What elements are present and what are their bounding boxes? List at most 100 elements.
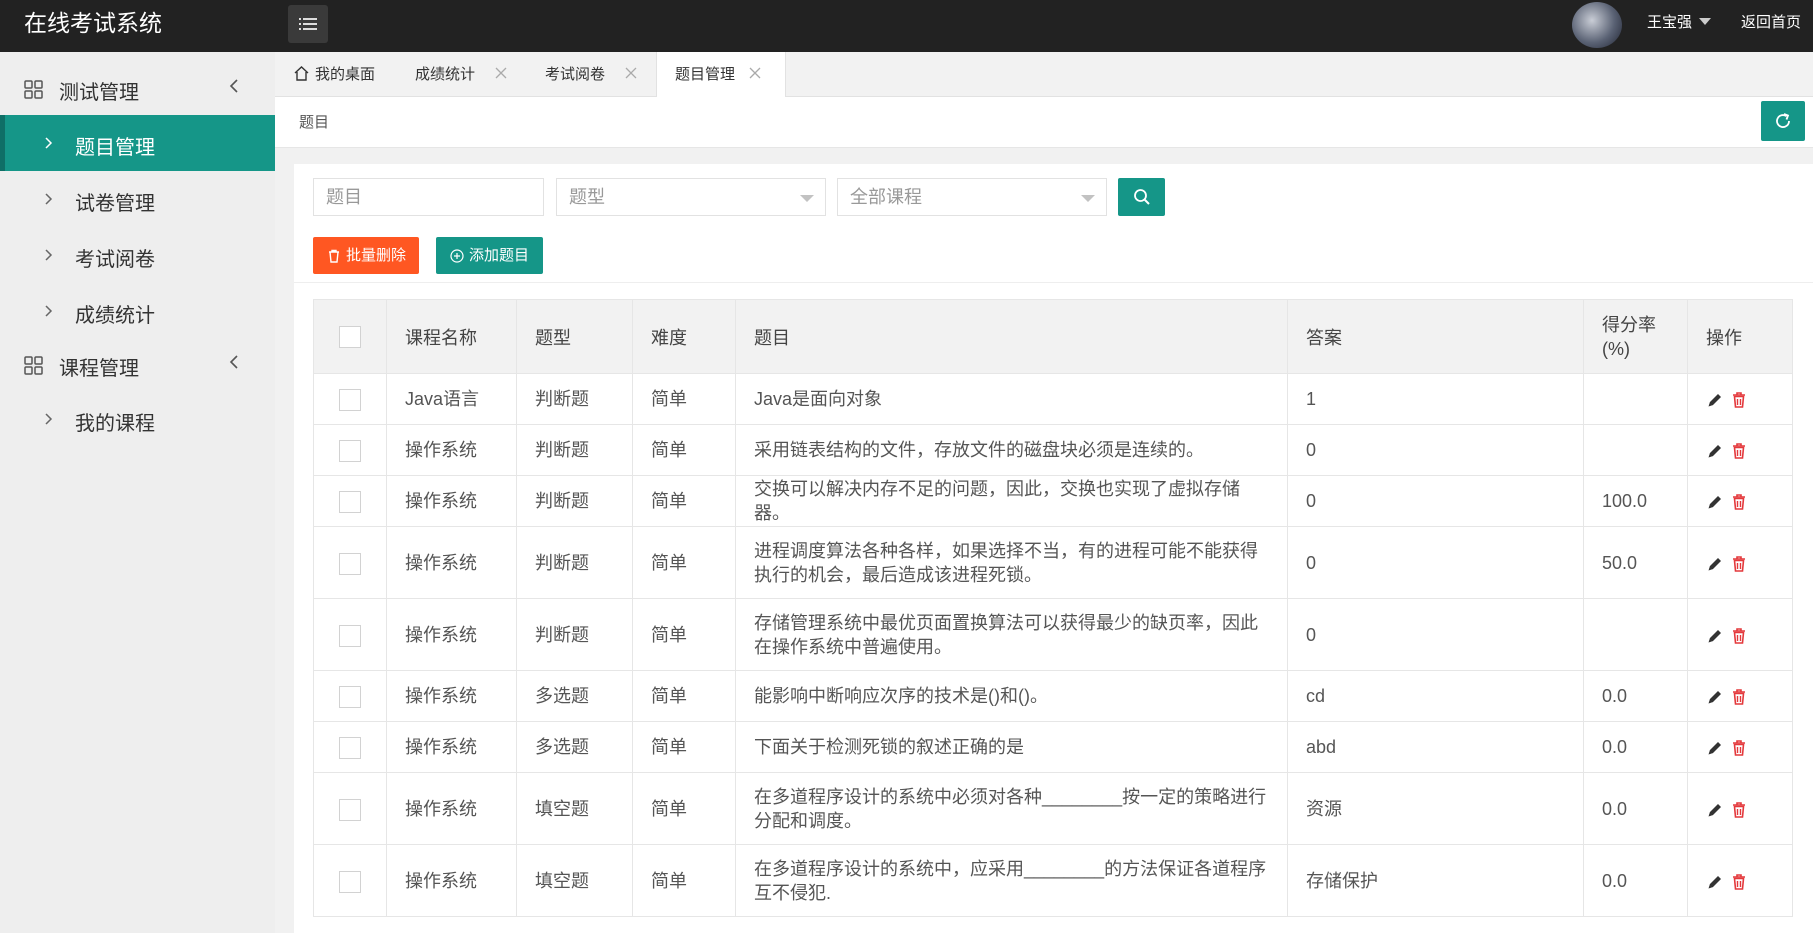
chevron-down-icon (800, 195, 814, 202)
cell-difficulty: 简单 (632, 475, 736, 527)
trash-icon[interactable] (1730, 873, 1748, 891)
cell-type: 判断题 (516, 526, 633, 599)
chevron-down-icon[interactable] (1699, 18, 1711, 25)
cell-question: 在多道程序设计的系统中必须对各种________按一定的策略进行分配和调度。 (735, 772, 1288, 845)
header-select-all (313, 299, 387, 374)
question-search-input[interactable]: 题目 (313, 178, 544, 216)
search-icon (1133, 189, 1150, 205)
row-checkbox[interactable] (339, 737, 361, 760)
table-row: 操作系统 多选题 简单 能影响中断响应次序的技术是()和()。 cd 0.0 (313, 670, 1793, 722)
cell-type: 填空题 (516, 844, 633, 917)
row-checkbox[interactable] (339, 491, 361, 514)
cell-course: Java语言 (386, 373, 517, 425)
cell-type: 判断题 (516, 424, 633, 476)
sidebar-item-my-courses[interactable]: 我的课程 (0, 391, 275, 447)
avatar[interactable] (1572, 2, 1622, 48)
add-question-button[interactable]: 添加题目 (436, 237, 543, 274)
trash-icon[interactable] (1730, 555, 1748, 573)
sidebar-group-course-management[interactable]: 课程管理 (0, 340, 275, 390)
tab-score-statistics[interactable]: 成绩统计 (415, 52, 515, 97)
cell-operations (1687, 475, 1793, 527)
pencil-icon[interactable] (1706, 555, 1724, 573)
column-header-question: 题目 (735, 299, 1288, 374)
trash-icon[interactable] (1730, 688, 1748, 706)
trash-icon[interactable] (1730, 391, 1748, 409)
user-menu[interactable]: 王宝强 (1647, 0, 1692, 46)
sidebar-item-score-statistics[interactable]: 成绩统计 (0, 283, 275, 339)
row-select-cell (313, 424, 387, 476)
row-checkbox[interactable] (339, 624, 361, 647)
batch-delete-button[interactable]: 批量删除 (313, 237, 419, 274)
trash-icon[interactable] (1730, 493, 1748, 511)
pencil-icon[interactable] (1706, 801, 1724, 819)
cell-operations (1687, 721, 1793, 773)
sidebar-item-label: 考试阅卷 (75, 249, 155, 271)
column-header-type: 题型 (516, 299, 633, 374)
select-all-checkbox[interactable] (339, 325, 361, 348)
row-checkbox[interactable] (339, 798, 361, 821)
pencil-icon[interactable] (1706, 391, 1724, 409)
cell-answer: cd (1287, 670, 1584, 722)
pencil-icon[interactable] (1706, 688, 1724, 706)
row-checkbox[interactable] (339, 870, 361, 893)
cell-question: 存储管理系统中最优页面置换算法可以获得最少的缺页率，因此在操作系统中普遍使用。 (735, 598, 1288, 671)
tab-label: 题目管理 (675, 66, 736, 83)
cell-question: 下面关于检测死锁的叙述正确的是 (735, 721, 1288, 773)
refresh-icon (1776, 113, 1790, 128)
row-select-cell (313, 598, 387, 671)
select-value: 全部课程 (850, 187, 922, 207)
row-select-cell (313, 475, 387, 527)
trash-icon[interactable] (1730, 739, 1748, 757)
sidebar-item-question-management[interactable]: 题目管理 (0, 115, 275, 171)
cell-course: 操作系统 (386, 844, 517, 917)
row-checkbox[interactable] (339, 389, 361, 412)
close-icon[interactable] (749, 67, 761, 79)
cell-difficulty: 简单 (632, 526, 736, 599)
row-checkbox[interactable] (339, 686, 361, 709)
table-row: 操作系统 判断题 简单 交换可以解决内存不足的问题，因此，交换也实现了虚拟存储器。 0 1… (313, 475, 1793, 527)
cell-course: 操作系统 (386, 772, 517, 845)
sidebar-item-exam-grading[interactable]: 考试阅卷 (0, 227, 275, 283)
cell-type: 多选题 (516, 721, 633, 773)
row-select-cell (313, 844, 387, 917)
home-link[interactable]: 返回首页 (1741, 0, 1801, 46)
row-select-cell (313, 670, 387, 722)
row-select-cell (313, 772, 387, 845)
trash-icon[interactable] (1730, 627, 1748, 645)
close-icon[interactable] (495, 67, 507, 79)
cell-question: Java是面向对象 (735, 373, 1288, 425)
cell-score-rate: 0.0 (1583, 670, 1688, 722)
sidebar-group-test-management[interactable]: 测试管理 (0, 64, 275, 114)
trash-icon[interactable] (1730, 801, 1748, 819)
cell-answer: 0 (1287, 475, 1584, 527)
button-label: 批量删除 (346, 247, 407, 264)
tab-exam-grading[interactable]: 考试阅卷 (545, 52, 645, 97)
select-value: 题型 (569, 187, 605, 207)
cell-score-rate (1583, 598, 1688, 671)
sidebar-item-paper-management[interactable]: 试卷管理 (0, 171, 275, 227)
pencil-icon[interactable] (1706, 493, 1724, 511)
row-checkbox[interactable] (339, 440, 361, 463)
cell-question: 进程调度算法各种各样，如果选择不当，有的进程可能不能获得执行的机会，最后造成该进… (735, 526, 1288, 599)
refresh-button[interactable] (1761, 101, 1805, 141)
tab-question-management[interactable]: 题目管理 (656, 52, 786, 98)
cell-operations (1687, 598, 1793, 671)
cell-difficulty: 简单 (632, 772, 736, 845)
row-checkbox[interactable] (339, 552, 361, 575)
question-type-select[interactable]: 题型 (556, 178, 826, 216)
pencil-icon[interactable] (1706, 873, 1724, 891)
pencil-icon[interactable] (1706, 739, 1724, 757)
search-button[interactable] (1118, 178, 1165, 216)
pencil-icon[interactable] (1706, 442, 1724, 460)
close-icon[interactable] (625, 67, 637, 79)
cell-answer: 0 (1287, 424, 1584, 476)
table-row: 操作系统 填空题 简单 在多道程序设计的系统中必须对各种________按一定的策略进… (313, 772, 1793, 845)
trash-icon[interactable] (1730, 442, 1748, 460)
cell-operations (1687, 772, 1793, 845)
menu-toggle-button[interactable] (288, 5, 328, 43)
divider (294, 282, 1813, 283)
course-select[interactable]: 全部课程 (837, 178, 1107, 216)
cell-score-rate: 50.0 (1583, 526, 1688, 599)
tab-my-desktop[interactable]: 我的桌面 (293, 52, 393, 97)
pencil-icon[interactable] (1706, 627, 1724, 645)
